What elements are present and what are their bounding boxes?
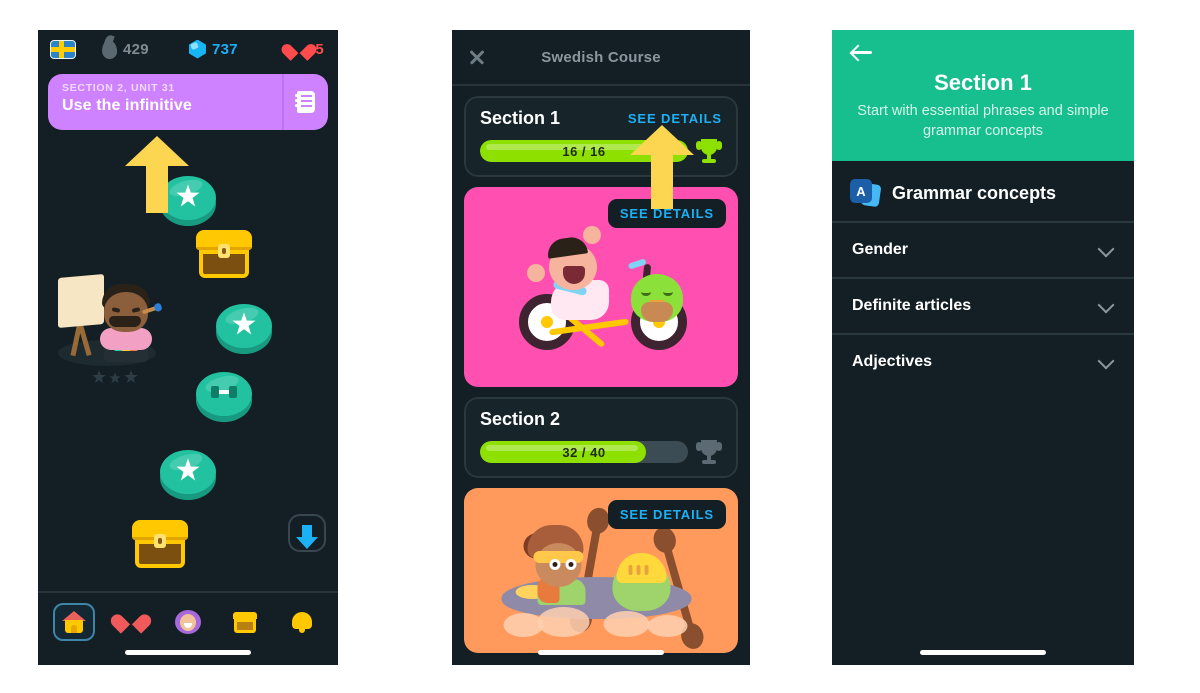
chevron-down-icon	[1100, 355, 1114, 369]
kayaking-illustration	[494, 517, 709, 638]
grammar-row-gender[interactable]: Gender	[832, 221, 1134, 277]
course-header: Swedish Course	[452, 30, 750, 86]
section-art-card[interactable]: SEE DETAILS	[464, 488, 738, 653]
unit-kicker: SECTION 2, UNIT 31	[62, 82, 175, 94]
section-progress-bar: 32 / 40	[480, 441, 688, 463]
course-title: Swedish Course	[541, 48, 661, 66]
guidebook-icon	[295, 91, 315, 113]
section-details-subtitle: Start with essential phrases and simple …	[857, 103, 1109, 139]
trophy-icon	[696, 139, 722, 163]
home-indicator	[538, 650, 664, 655]
section-card[interactable]: Section 2 32 / 40	[464, 397, 738, 478]
tab-profile[interactable]	[167, 603, 209, 641]
gem-counter[interactable]: 737	[188, 39, 238, 59]
unit-banner-text: SECTION 2, UNIT 31 Use the infinitive	[48, 74, 282, 130]
progress-stars	[92, 370, 138, 384]
back-arrow-icon[interactable]	[852, 44, 872, 60]
close-icon[interactable]	[468, 48, 486, 66]
chevron-down-icon	[1100, 299, 1114, 313]
home-indicator	[125, 650, 251, 655]
hearts-counter[interactable]: 5	[289, 40, 324, 58]
treasure-chest-icon	[232, 611, 257, 633]
gem-value: 737	[211, 40, 238, 58]
grammar-row-definite-articles[interactable]: Definite articles	[832, 277, 1134, 333]
gem-icon	[188, 39, 206, 59]
section-art-card[interactable]: SEE DETAILS	[464, 187, 738, 387]
streak-value: 429	[123, 40, 149, 58]
lock-icon	[218, 244, 230, 258]
grammar-concepts-header: A Grammar concepts	[832, 161, 1134, 221]
section-details-screen: Section 1 Start with essential phrases a…	[832, 30, 1134, 665]
unit-title: Use the infinitive	[62, 97, 192, 114]
screenshot-stage: 429 737 5 SECTION 2, UNIT 31 Use the inf…	[0, 0, 1200, 693]
bell-icon	[291, 611, 312, 633]
chevron-down-icon	[1100, 243, 1114, 257]
arrow-down-icon	[296, 525, 318, 549]
dumbbell-icon	[211, 386, 237, 398]
section-details-header: Section 1 Start with essential phrases a…	[832, 30, 1134, 162]
star-lesson-node[interactable]	[160, 172, 216, 224]
heart-icon	[119, 611, 143, 633]
bicycle-celebration-illustration	[501, 226, 701, 356]
streak-counter[interactable]: 429	[101, 38, 149, 60]
flashcard-icon: A	[850, 179, 882, 208]
home-indicator	[920, 650, 1046, 655]
guidebook-button[interactable]	[282, 74, 328, 130]
learning-path-screen: 429 737 5 SECTION 2, UNIT 31 Use the inf…	[38, 30, 338, 665]
chest-node[interactable]	[132, 520, 188, 570]
language-flag-button[interactable]	[50, 39, 76, 59]
grammar-row-label: Definite articles	[852, 297, 972, 315]
section-title: Section 1	[480, 108, 561, 128]
avatar-icon	[174, 610, 201, 634]
tab-leaderboard[interactable]	[110, 603, 152, 641]
tab-notifications[interactable]	[281, 603, 323, 641]
star-lesson-node[interactable]	[216, 300, 272, 352]
grammar-concepts-title: Grammar concepts	[892, 182, 1057, 203]
tab-learn[interactable]	[53, 603, 96, 641]
see-details-link[interactable]: SEE DETAILS	[628, 111, 722, 126]
home-icon	[62, 611, 87, 633]
star-lesson-node[interactable]	[160, 446, 216, 498]
unit-banner[interactable]: SECTION 2, UNIT 31 Use the infinitive	[48, 74, 328, 130]
section-header: Section 1 SEE DETAILS 16 / 16	[464, 96, 738, 177]
scroll-to-bottom-button[interactable]	[288, 514, 326, 552]
flashcard-letter: A	[856, 183, 866, 199]
section-header: Section 2 32 / 40	[464, 397, 738, 478]
trophy-icon	[696, 440, 722, 464]
flame-icon	[101, 38, 118, 60]
painter-character-illustration	[52, 270, 162, 366]
section-details-title: Section 1	[934, 70, 1032, 95]
see-details-button[interactable]: SEE DETAILS	[607, 500, 726, 529]
heart-icon	[289, 40, 309, 58]
grammar-row-label: Adjectives	[852, 353, 933, 371]
tab-quests[interactable]	[224, 603, 266, 641]
lesson-path	[38, 130, 338, 568]
dumbbell-practice-node[interactable]	[196, 368, 252, 420]
lock-icon	[154, 534, 166, 548]
section-progress-label: 32 / 40	[562, 444, 606, 460]
course-sections-screen: Swedish Course Section 1 SEE DETAILS 16 …	[452, 30, 750, 665]
swedish-flag-icon	[50, 39, 76, 59]
chest-node[interactable]	[196, 230, 252, 280]
grammar-row-adjectives[interactable]: Adjectives	[832, 333, 1134, 389]
section-title: Section 2	[480, 409, 561, 429]
section-card[interactable]: Section 1 SEE DETAILS 16 / 16	[464, 96, 738, 177]
stats-bar: 429 737 5	[38, 30, 338, 68]
grammar-row-label: Gender	[852, 241, 909, 259]
